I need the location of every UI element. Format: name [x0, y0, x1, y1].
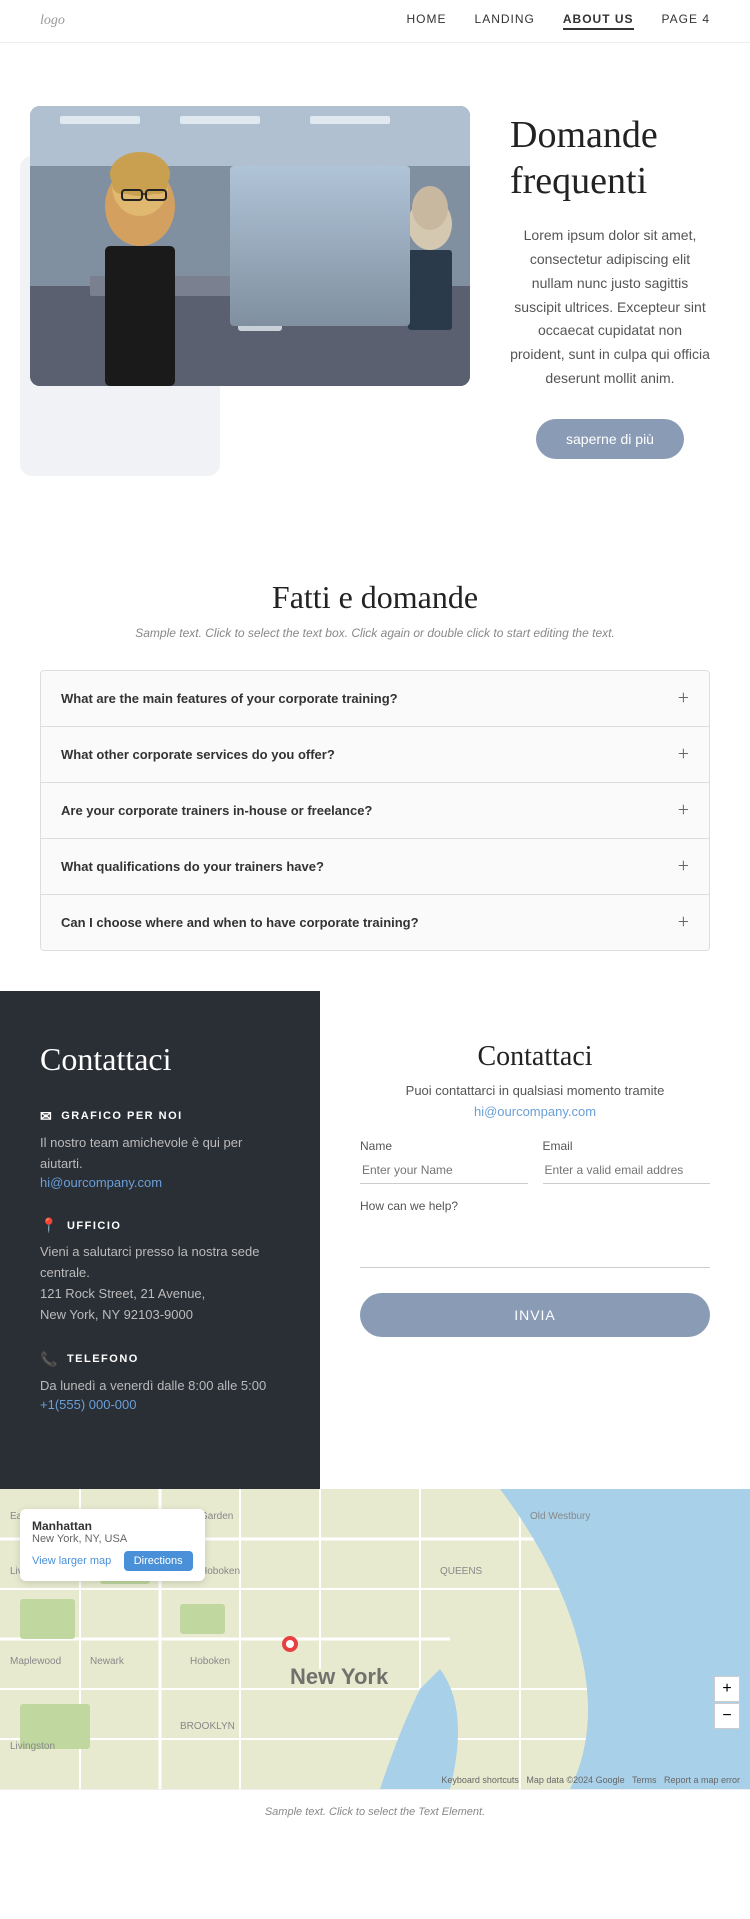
phone-section-text: Da lunedì a venerdì dalle 8:00 alle 5:00	[40, 1376, 280, 1397]
map-location-name: Manhattan	[32, 1519, 193, 1533]
how-help-textarea[interactable]	[360, 1218, 710, 1268]
hero-body: Lorem ipsum dolor sit amet, consectetur …	[510, 224, 710, 391]
contact-info-office-label: 📍 UFFICIO	[40, 1217, 280, 1234]
map-section: New York East Hanover Garfield Garden Ol…	[0, 1489, 750, 1789]
contact-right-subtitle: Puoi contattarci in qualsiasi momento tr…	[360, 1083, 710, 1098]
hero-image-wrap	[40, 136, 480, 416]
email-field-label: Email	[543, 1139, 711, 1153]
map-directions-button[interactable]: Directions	[124, 1551, 193, 1571]
faq-title: Fatti e domande	[40, 579, 710, 616]
nav-about[interactable]: ABOUT US	[563, 12, 634, 30]
faq-item-3[interactable]: Are your corporate trainers in-house or …	[41, 783, 709, 839]
faq-item-4[interactable]: What qualifications do your trainers hav…	[41, 839, 709, 895]
faq-question-2: What other corporate services do you off…	[61, 747, 335, 762]
email-section-text: Il nostro team amichevole è qui per aiut…	[40, 1133, 280, 1175]
svg-text:BROOKLYN: BROOKLYN	[180, 1721, 235, 1732]
logo: logo	[40, 13, 65, 29]
svg-text:Hoboken: Hoboken	[190, 1656, 230, 1667]
svg-text:Livingston: Livingston	[10, 1741, 55, 1752]
map-larger-link[interactable]: View larger map	[32, 1555, 111, 1567]
faq-list: What are the main features of your corpo…	[40, 670, 710, 951]
faq-question-1: What are the main features of your corpo…	[61, 691, 398, 706]
faq-question-5: Can I choose where and when to have corp…	[61, 915, 419, 930]
contact-left-title: Contattaci	[40, 1041, 280, 1078]
contact-info-phone-label: 📞 TELEFONO	[40, 1351, 280, 1368]
faq-section: Fatti e domande Sample text. Click to se…	[0, 519, 750, 991]
submit-button[interactable]: INVIA	[360, 1293, 710, 1337]
faq-question-4: What qualifications do your trainers hav…	[61, 859, 324, 874]
contact-right-panel: Contattaci Puoi contattarci in qualsiasi…	[320, 991, 750, 1490]
name-input[interactable]	[360, 1157, 528, 1184]
faq-expand-icon-5: +	[678, 911, 689, 934]
phone-link[interactable]: +1(555) 000-000	[40, 1397, 137, 1412]
email-section-title: GRAFICO PER NOI	[61, 1110, 183, 1122]
hero-section: Domande frequenti Lorem ipsum dolor sit …	[0, 43, 750, 519]
contact-info-office-section: 📍 UFFICIO Vieni a salutarci presso la no…	[40, 1217, 280, 1325]
svg-text:Newark: Newark	[90, 1656, 125, 1667]
map-zoom-out-button[interactable]: −	[714, 1703, 740, 1729]
hero-content: Domande frequenti Lorem ipsum dolor sit …	[510, 93, 710, 459]
svg-text:Garden: Garden	[200, 1511, 233, 1522]
nav-home[interactable]: HOME	[407, 12, 447, 30]
office-section-title: UFFICIO	[67, 1220, 122, 1232]
svg-text:New York: New York	[290, 1664, 389, 1689]
office-icon: 📍	[40, 1217, 59, 1234]
contact-left-panel: Contattaci ✉ GRAFICO PER NOI Il nostro t…	[0, 991, 320, 1490]
svg-text:QUEENS: QUEENS	[440, 1566, 483, 1577]
email-icon: ✉	[40, 1108, 53, 1125]
map-zoom-in-button[interactable]: +	[714, 1676, 740, 1702]
contact-form: Name Email How can we help? INVIA	[360, 1139, 710, 1337]
contact-info-email-section: ✉ GRAFICO PER NOI Il nostro team amichev…	[40, 1108, 280, 1193]
nav-page4[interactable]: PAGE 4	[662, 12, 710, 30]
how-help-label: How can we help?	[360, 1199, 710, 1213]
faq-question-3: Are your corporate trainers in-house or …	[61, 803, 372, 818]
hero-cta-button[interactable]: saperne di più	[536, 419, 684, 459]
map-info-box: Manhattan New York, NY, USA View larger …	[20, 1509, 205, 1581]
phone-section-title: TELEFONO	[67, 1353, 139, 1365]
nav-landing[interactable]: LANDING	[475, 12, 535, 30]
contact-section: Contattaci ✉ GRAFICO PER NOI Il nostro t…	[0, 991, 750, 1490]
map-placeholder: New York East Hanover Garfield Garden Ol…	[0, 1489, 750, 1789]
faq-item-1[interactable]: What are the main features of your corpo…	[41, 671, 709, 727]
faq-expand-icon-4: +	[678, 855, 689, 878]
faq-item-2[interactable]: What other corporate services do you off…	[41, 727, 709, 783]
how-help-field: How can we help?	[360, 1199, 710, 1273]
phone-icon: 📞	[40, 1351, 59, 1368]
email-link[interactable]: hi@ourcompany.com	[40, 1175, 162, 1190]
hero-photo	[30, 106, 470, 386]
contact-right-email[interactable]: hi@ourcompany.com	[360, 1104, 710, 1119]
faq-expand-icon-1: +	[678, 687, 689, 710]
faq-expand-icon-3: +	[678, 799, 689, 822]
hero-title: Domande frequenti	[510, 113, 710, 204]
svg-text:Old Westbury: Old Westbury	[530, 1511, 590, 1522]
name-field: Name	[360, 1139, 528, 1184]
faq-subtitle: Sample text. Click to select the text bo…	[40, 626, 710, 640]
contact-form-row-1: Name Email	[360, 1139, 710, 1184]
faq-expand-icon-2: +	[678, 743, 689, 766]
map-location-address: New York, NY, USA	[32, 1533, 193, 1545]
hero-image	[30, 106, 470, 386]
email-field: Email	[543, 1139, 711, 1184]
name-label: Name	[360, 1139, 528, 1153]
contact-info-email-label: ✉ GRAFICO PER NOI	[40, 1108, 280, 1125]
office-section-text: Vieni a salutarci presso la nostra sede …	[40, 1242, 280, 1325]
svg-text:Maplewood: Maplewood	[10, 1656, 61, 1667]
map-zoom-controls: + −	[714, 1676, 740, 1729]
nav-links: HOME LANDING ABOUT US PAGE 4	[407, 12, 710, 30]
contact-right-title: Contattaci	[360, 1041, 710, 1073]
faq-item-5[interactable]: Can I choose where and when to have corp…	[41, 895, 709, 950]
email-input[interactable]	[543, 1157, 711, 1184]
footer-text: Sample text. Click to select the Text El…	[40, 1806, 710, 1818]
footer: Sample text. Click to select the Text El…	[0, 1789, 750, 1834]
svg-text:Hoboken: Hoboken	[200, 1566, 240, 1577]
contact-info-phone-section: 📞 TELEFONO Da lunedì a venerdì dalle 8:0…	[40, 1351, 280, 1415]
navbar: logo HOME LANDING ABOUT US PAGE 4	[0, 0, 750, 43]
